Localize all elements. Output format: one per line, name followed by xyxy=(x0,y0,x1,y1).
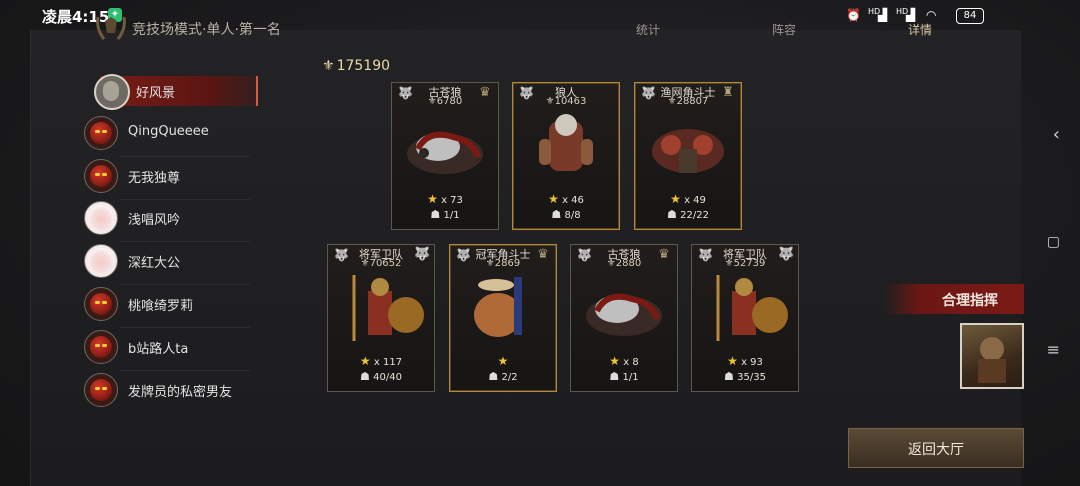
general-guard-unit-art xyxy=(352,275,424,341)
unit-count: ☗ 35/35 xyxy=(724,370,766,383)
unit-count: ☗ 1/1 xyxy=(609,370,639,383)
unit-count: ☗ 8/8 xyxy=(551,208,581,221)
demon-avatar xyxy=(84,373,118,407)
team-power: ⚜ 175190 xyxy=(322,58,390,74)
back-to-lobby-button[interactable]: 返回大厅 xyxy=(848,428,1024,468)
demon-avatar xyxy=(84,330,118,364)
general-guard-unit-art xyxy=(716,275,788,341)
team-power-value: 175190 xyxy=(336,58,391,74)
unit-count: ☗ 2/2 xyxy=(488,370,518,383)
player-name: QingQueeee xyxy=(128,124,209,139)
unit-power: ⚜2869 xyxy=(485,258,521,269)
wolf-unit-art xyxy=(586,293,662,336)
unit-stars: ★ x 46 xyxy=(548,192,584,206)
tab-lineup[interactable]: 阵容 xyxy=(772,21,796,38)
net-gladiator-unit-art xyxy=(652,129,724,173)
hero-avatar xyxy=(94,74,130,110)
commander-label: 合理指挥 xyxy=(942,293,998,309)
player-item-0[interactable]: 好风景 xyxy=(84,74,258,110)
unit-stars: ★ xyxy=(497,354,509,368)
demon-avatar xyxy=(84,287,118,321)
unit-card-4[interactable]: 🐺 ♛ 冠军角斗士 ⚜2869 ★ ☗ 2/2 xyxy=(449,244,557,392)
cloud-avatar xyxy=(84,201,118,235)
unit-power: ⚜10463 xyxy=(545,96,587,107)
signal-icon: ▟ xyxy=(878,8,888,22)
player-item-3[interactable]: 浅唱风吟 xyxy=(84,201,254,242)
unit-card-5[interactable]: 🐺 ♛ 古苍狼 ⚜2880 ★ x 8 ☗ 1/1 xyxy=(570,244,678,392)
unit-power: ⚜2880 xyxy=(606,258,642,269)
unit-stars: ★ x 117 xyxy=(359,354,403,368)
player-item-2[interactable]: 无我独尊 xyxy=(84,159,254,200)
player-item-5[interactable]: 桃喰绮罗莉 xyxy=(84,287,254,328)
unit-card-0[interactable]: 🐺 ♛ 古苍狼 ⚜6780 ★ x 73 ☗ 1/1 xyxy=(391,82,499,230)
unit-stars: ★ x 93 xyxy=(727,354,763,368)
back-nav-icon[interactable]: ‹ xyxy=(1053,124,1060,145)
unit-power: ⚜6780 xyxy=(427,96,463,107)
cloud-avatar xyxy=(84,244,118,278)
alarm-icon: ⏰ xyxy=(846,8,861,22)
unit-count: ☗ 22/22 xyxy=(667,208,709,221)
back-button-label: 返回大厅 xyxy=(908,442,964,458)
player-item-1[interactable]: QingQueeee xyxy=(84,116,254,157)
power-icon: ⚜ xyxy=(322,58,335,74)
unit-stars: ★ x 49 xyxy=(670,192,706,206)
unit-power: ⚜70652 xyxy=(360,258,402,269)
commander-art xyxy=(978,337,1006,383)
menu-nav-icon[interactable]: ≡ xyxy=(1047,340,1060,359)
player-name: 无我独尊 xyxy=(128,171,181,186)
player-item-7[interactable]: 发牌员的私密男友 xyxy=(84,373,254,407)
unit-count: ☗ 1/1 xyxy=(430,208,460,221)
player-item-6[interactable]: b站路人ta xyxy=(84,330,254,371)
unit-power: ⚜52739 xyxy=(724,258,766,269)
unit-card-3[interactable]: 🐺 🐺 将军卫队 ⚜70652 ★ x 117 ☗ 40/40 xyxy=(327,244,435,392)
demon-avatar xyxy=(84,159,118,193)
commander-portrait[interactable] xyxy=(960,323,1024,389)
demon-avatar xyxy=(84,116,118,150)
tab-statistics[interactable]: 统计 xyxy=(636,21,660,38)
wifi-icon: ◠ xyxy=(926,8,937,22)
player-name: 发牌员的私密男友 xyxy=(128,385,233,400)
page-title: 竞技场模式·单人·第一名 xyxy=(132,22,281,38)
home-nav-icon[interactable]: ▢ xyxy=(1047,234,1060,250)
unit-card-6[interactable]: 🐺 🐺 将军卫队 ⚜52739 ★ x 93 ☗ 35/35 xyxy=(691,244,799,392)
unit-count: ☗ 40/40 xyxy=(360,370,402,383)
player-name: 好风景 xyxy=(136,86,176,101)
unit-card-1[interactable]: 🐺 狼人 ⚜10463 ★ x 46 ☗ 8/8 xyxy=(512,82,620,230)
unit-card-2[interactable]: 🐺 ♜ 渔网角斗士 ⚜28807 ★ x 49 ☗ 22/22 xyxy=(634,82,742,230)
battery-indicator: 84 xyxy=(956,8,984,24)
commander-banner: 合理指挥 xyxy=(884,284,1024,314)
champion-gladiator-unit-art xyxy=(474,277,522,337)
werewolf-unit-art xyxy=(539,114,593,171)
laurel-crest-icon xyxy=(96,16,126,40)
wolf-unit-art xyxy=(407,131,483,174)
unit-stars: ★ x 8 xyxy=(609,354,639,368)
player-name: b站路人ta xyxy=(128,342,189,357)
game-screen: 凌晨4:15 ✦ ⏰ HD ▟ HD ▟ ◠ 84 竞技场模式·单人·第一名 统… xyxy=(0,0,1080,486)
signal-icon-2: ▟ xyxy=(906,8,916,22)
unit-power: ⚜28807 xyxy=(667,96,709,107)
player-item-4[interactable]: 深红大公 xyxy=(84,244,254,285)
unit-stars: ★ x 73 xyxy=(427,192,463,206)
player-name: 浅唱风吟 xyxy=(128,213,181,228)
player-name: 深红大公 xyxy=(128,256,181,271)
player-name: 桃喰绮罗莉 xyxy=(128,299,194,314)
tab-details[interactable]: 详情 xyxy=(908,21,932,38)
